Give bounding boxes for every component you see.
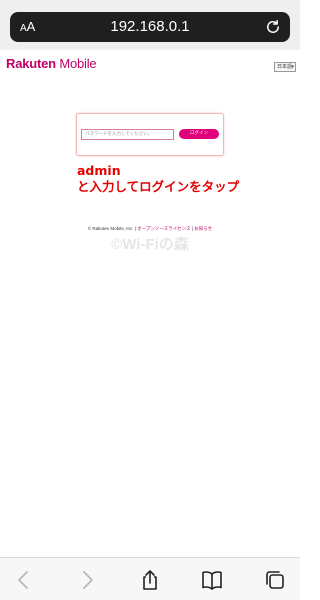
login-button[interactable]: ログイン (179, 129, 219, 139)
back-icon[interactable] (12, 568, 36, 592)
watermark: ©Wi-Fiの森 (111, 236, 189, 253)
language-selected-value: 日本語 (277, 64, 293, 70)
browser-top-bar: AA 192.168.0.1 (0, 0, 300, 50)
share-icon[interactable] (138, 568, 162, 592)
rakuten-mobile-logo: Rakuten Mobile (6, 56, 97, 71)
bookmarks-icon[interactable] (200, 568, 224, 592)
tabs-icon[interactable] (263, 568, 287, 592)
reload-icon[interactable] (264, 18, 282, 36)
footer: © Rakuten Mobile, Inc. | オープンソースライセンス | … (0, 226, 300, 232)
language-select[interactable]: 日本語 ▾ (274, 62, 296, 72)
logo-brand: Rakuten (6, 56, 56, 71)
copyright-text: © Rakuten Mobile, Inc. (87, 226, 134, 231)
forward-icon[interactable] (75, 568, 99, 592)
page: AA 192.168.0.1 Rakuten Mobile 日本語 ▾ パスワー… (0, 0, 300, 600)
login-form: パスワードを入力してください。 ログイン (76, 113, 224, 156)
chevron-down-icon: ▾ (291, 64, 294, 70)
annotation-line-1: admin (77, 163, 121, 178)
url-text[interactable]: 192.168.0.1 (10, 18, 290, 35)
open-source-license-link[interactable]: オープンソースライセンス (137, 226, 190, 231)
address-bar[interactable]: AA 192.168.0.1 (10, 12, 290, 42)
annotation-line-2: と入力してログインをタップ (77, 179, 240, 194)
browser-bottom-toolbar (0, 557, 300, 600)
notice-link[interactable]: お知らせ (194, 226, 212, 231)
logo-product: Mobile (59, 56, 97, 71)
password-input[interactable]: パスワードを入力してください。 (81, 129, 174, 140)
instruction-annotation: admin と入力してログインをタップ (77, 163, 239, 195)
